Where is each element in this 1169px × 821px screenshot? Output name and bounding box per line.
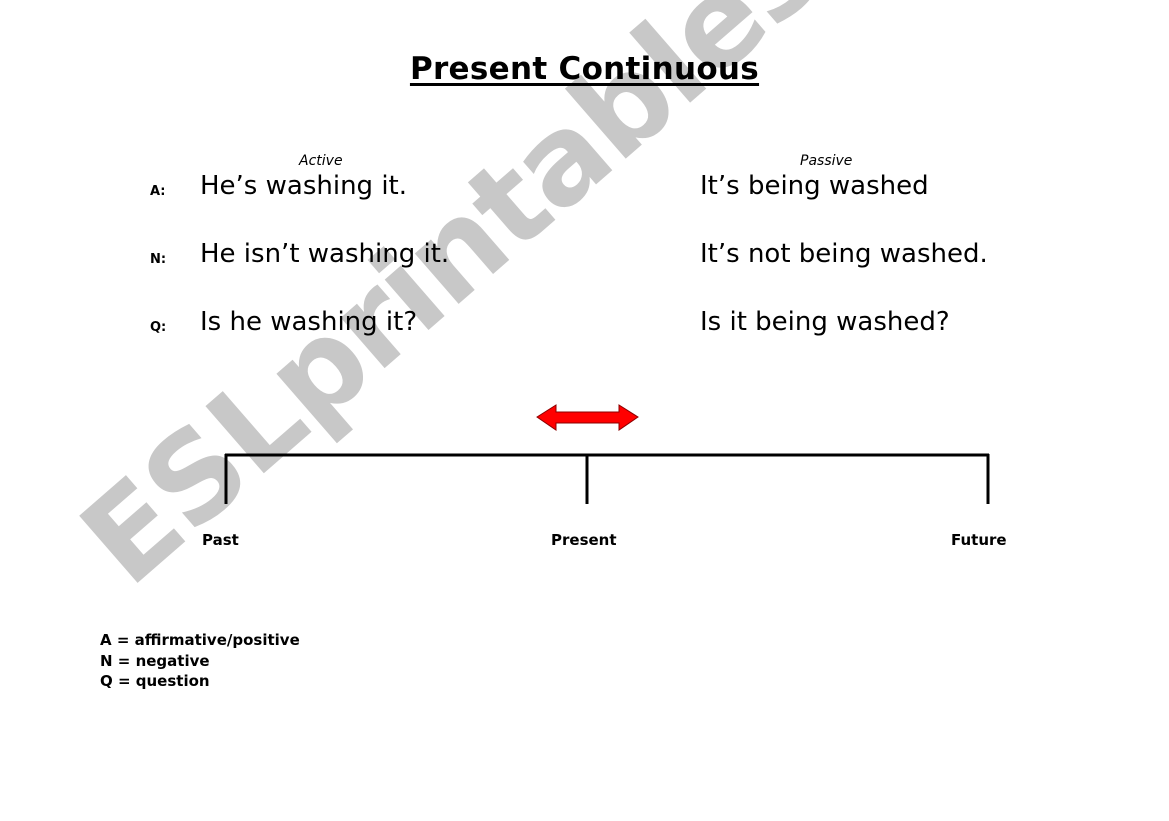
legend: A = affirmative/positive N = negative Q … bbox=[100, 630, 300, 692]
legend-item-question: Q = question bbox=[100, 672, 210, 690]
timeline-label-present: Present bbox=[551, 531, 617, 549]
timeline-diagram bbox=[224, 404, 990, 504]
timeline-label-future: Future bbox=[951, 531, 1007, 549]
legend-item-affirmative: A = affirmative/positive bbox=[100, 631, 300, 649]
timeline-label-past: Past bbox=[202, 531, 239, 549]
legend-item-negative: N = negative bbox=[100, 651, 210, 670]
double-headed-arrow-icon bbox=[536, 404, 639, 431]
